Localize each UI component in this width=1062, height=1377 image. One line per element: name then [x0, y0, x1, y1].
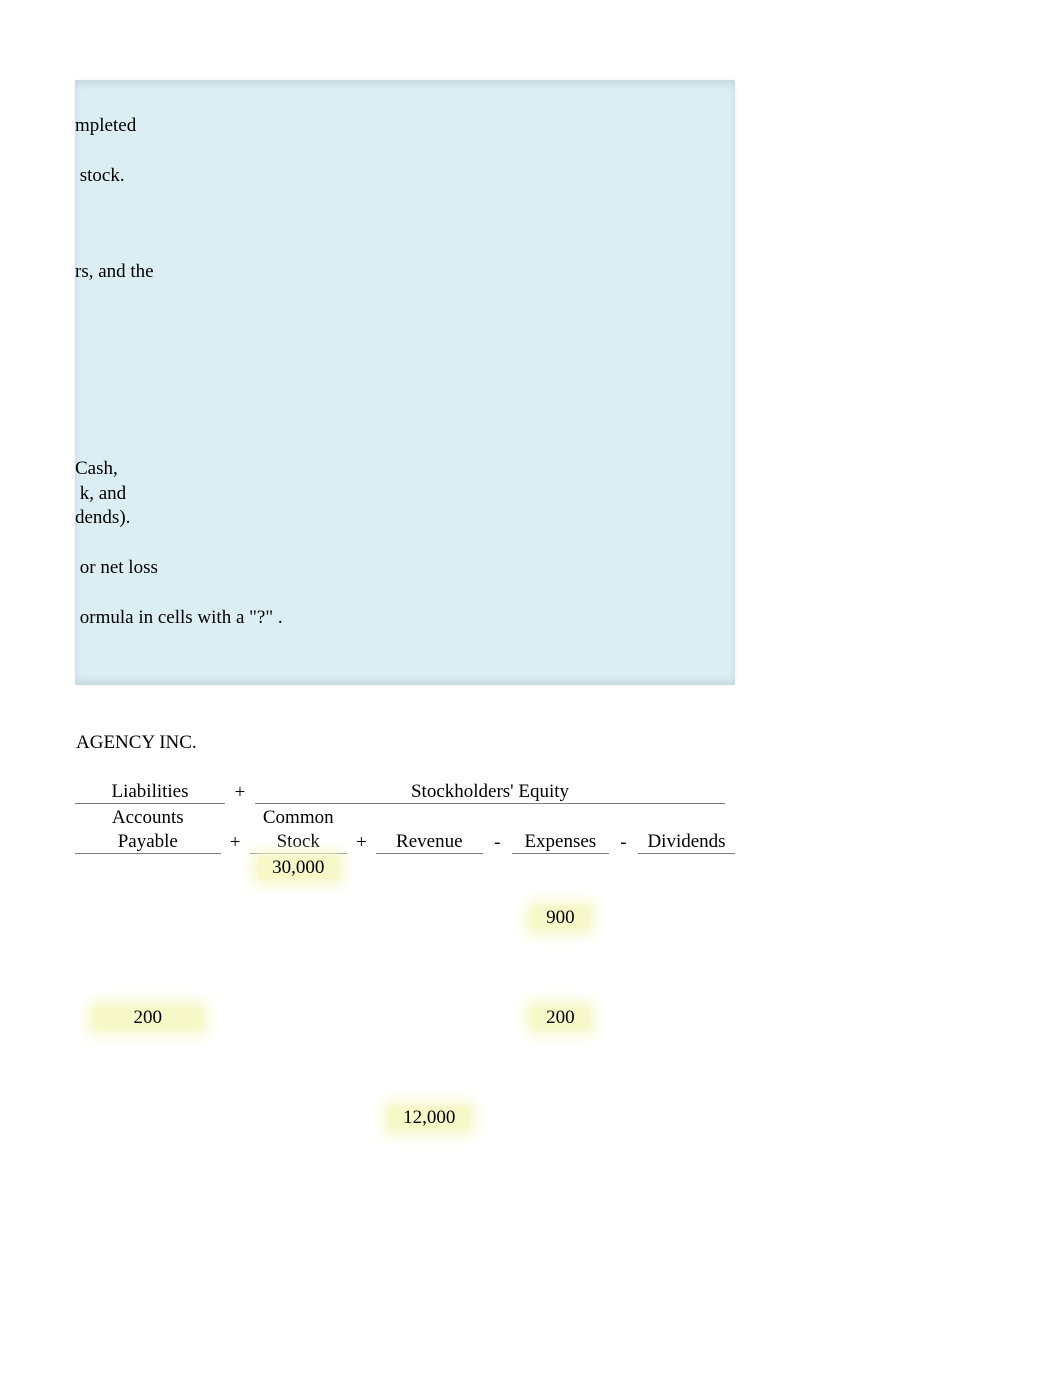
table-row: 200 200	[75, 1005, 735, 1030]
table-row: 900	[75, 905, 735, 930]
table-row: 12,000	[75, 1105, 735, 1130]
instr-line: dends).	[75, 506, 725, 531]
instr-line: rs, and the	[75, 260, 725, 285]
instr-line: Cash,	[75, 457, 725, 482]
instr-line: stock.	[75, 164, 725, 189]
table-row	[75, 980, 735, 1005]
table-row	[75, 1030, 735, 1055]
value-accounts-payable[interactable]: 200	[94, 1007, 203, 1029]
instructions-panel: mpleted stock. rs, and the Cash, k, and …	[75, 80, 735, 685]
equation-table: Liabilities + Stockholders' Equity Accou…	[75, 780, 735, 1130]
header-expenses: Expenses	[512, 832, 609, 854]
plus-operator: +	[347, 832, 376, 854]
header-stockholders-equity: Stockholders' Equity	[255, 782, 725, 804]
value-expenses-1[interactable]: 900	[532, 907, 589, 929]
header-dividends: Dividends	[638, 832, 735, 854]
plus-operator: +	[225, 782, 255, 804]
table-header-row-1: Liabilities + Stockholders' Equity	[75, 780, 735, 805]
table-row	[75, 930, 735, 955]
instr-line: ormula in cells with a "?" .	[75, 606, 725, 631]
value-expenses-2[interactable]: 200	[532, 1007, 589, 1029]
header-stock: Stock	[250, 832, 347, 854]
minus-operator: -	[609, 832, 638, 854]
table-header-row-2a: Accounts Common	[75, 805, 735, 830]
header-liabilities: Liabilities	[75, 782, 225, 804]
table-row	[75, 1080, 735, 1105]
plus-operator: +	[221, 832, 250, 854]
table-row	[75, 955, 735, 980]
value-common-stock[interactable]: 30,000	[258, 857, 338, 879]
company-title: AGENCY INC.	[76, 732, 197, 754]
header-common: Common	[250, 807, 347, 829]
table-row: 30,000	[75, 855, 735, 880]
value-revenue[interactable]: 12,000	[389, 1107, 469, 1129]
instr-line: or net loss	[75, 556, 725, 581]
instr-line: k, and	[75, 482, 725, 507]
minus-operator: -	[483, 832, 512, 854]
table-row	[75, 1055, 735, 1080]
instr-line: mpleted	[75, 114, 725, 139]
header-accounts: Accounts	[75, 807, 221, 829]
header-revenue: Revenue	[376, 832, 483, 854]
table-header-row-2b: Payable + Stock + Revenue - Expenses - D…	[75, 830, 735, 855]
table-row	[75, 880, 735, 905]
header-payable: Payable	[75, 832, 221, 854]
